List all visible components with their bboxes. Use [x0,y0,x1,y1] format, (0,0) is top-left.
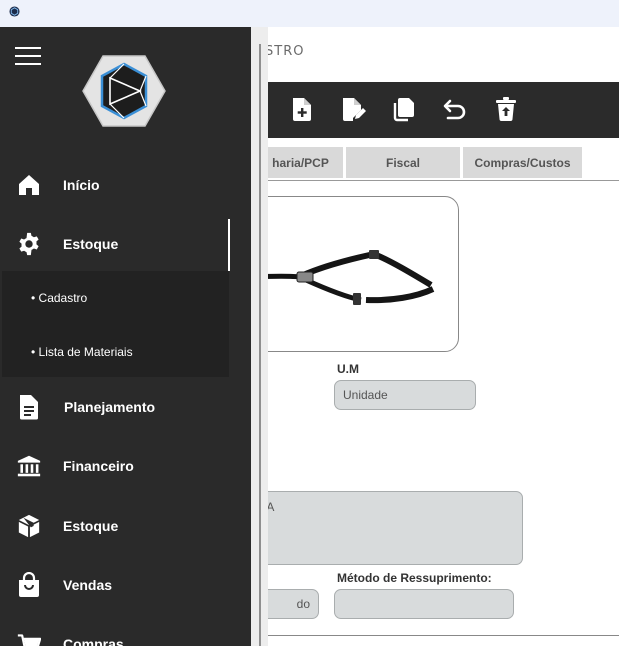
nav-item-planejamento[interactable]: Planejamento [0,383,230,431]
delete-button[interactable] [491,94,521,124]
tab-engenharia-pcp[interactable]: haria/PCP [258,147,343,178]
drawer-scrollbar[interactable] [251,27,268,646]
tab-compras-custos[interactable]: Compras/Custos [463,147,582,178]
app-logo-icon [9,6,20,17]
um-field[interactable]: Unidade [334,380,476,410]
nav-label-compras: Compras [63,636,124,646]
metodo-ressuprimento-field[interactable] [334,589,514,619]
nav-item-inicio[interactable]: Início [0,161,230,209]
page-title: STRO [265,44,305,59]
cart-icon [17,632,41,646]
edit-document-button[interactable] [338,94,368,124]
nav-label-inicio: Início [63,177,100,193]
active-indicator [228,219,230,271]
company-hexagon-logo [82,55,166,127]
submenu-item-lista-de-materiais[interactable]: • Lista de Materiais [31,345,133,359]
copy-document-button[interactable] [389,94,419,124]
nav-label-vendas: Vendas [63,577,113,593]
tab-divider [258,180,619,181]
navigation-drawer: Início Estoque • Cadastro • Lista de Mat… [0,27,251,646]
undo-icon [443,99,466,120]
nav-label-planejamento: Planejamento [64,399,156,415]
file-edit-icon [343,98,366,121]
estoque-submenu: • Cadastro • Lista de Materiais [2,271,229,377]
package-icon [17,514,41,538]
trash-icon [496,97,516,121]
description-field[interactable]: NHA [240,491,523,565]
nav-label-financeiro: Financeiro [63,458,134,474]
bank-icon [17,454,41,478]
copy-icon [393,98,414,122]
home-icon [17,173,41,197]
scrollbar-thumb[interactable] [259,44,261,646]
nav-item-financeiro[interactable]: Financeiro [0,442,230,490]
new-document-button[interactable] [287,94,317,124]
um-label: U.M [337,362,359,376]
shopping-bag-icon [17,572,41,597]
action-toolbar [258,82,619,138]
undo-button[interactable] [440,94,470,124]
nav-item-estoque[interactable]: Estoque [0,220,230,268]
hamburger-menu-icon[interactable] [15,47,41,65]
form-divider [258,635,619,636]
tab-fiscal[interactable]: Fiscal [346,147,460,178]
metodo-ressuprimento-label: Método de Ressuprimento: [337,571,492,585]
nav-item-estoque-2[interactable]: Estoque [0,502,230,550]
nav-item-compras[interactable]: Compras [0,620,230,646]
nav-label-estoque-2: Estoque [63,518,119,534]
gear-icon [17,232,41,256]
nav-item-vendas[interactable]: Vendas [0,561,230,609]
document-icon [17,395,41,420]
submenu-item-cadastro[interactable]: • Cadastro [31,291,87,305]
window-titlebar [0,0,619,27]
file-plus-icon [293,98,311,121]
nav-label-estoque: Estoque [63,236,119,252]
